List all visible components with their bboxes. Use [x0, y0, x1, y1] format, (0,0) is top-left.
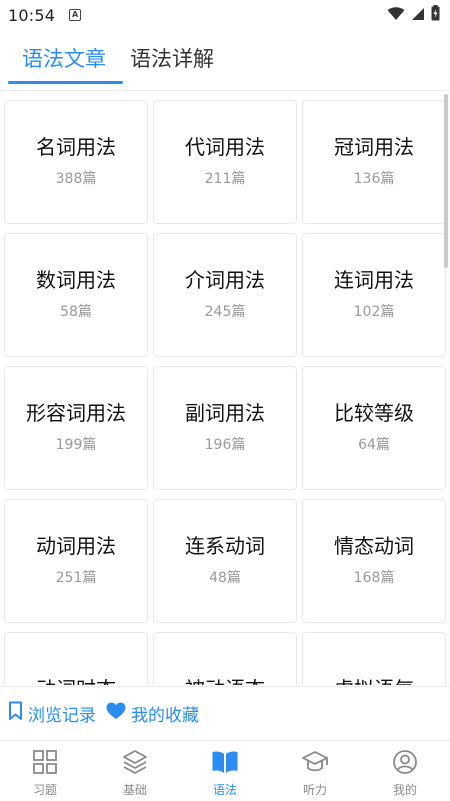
- tab-grammar-articles[interactable]: 语法文章: [22, 30, 106, 86]
- category-card[interactable]: 比较等级 64篇: [302, 366, 446, 490]
- category-title: 连词用法: [334, 267, 414, 292]
- category-card[interactable]: 虚拟语气: [302, 632, 446, 685]
- category-title: 比较等级: [334, 400, 414, 425]
- category-count: 48篇: [209, 569, 241, 586]
- category-title: 介词用法: [185, 267, 265, 292]
- history-bar: 浏览记录 我的收藏: [0, 686, 450, 740]
- nav-item-grammar[interactable]: 语法: [180, 741, 270, 801]
- tab-grammar-details[interactable]: 语法详解: [130, 30, 214, 86]
- category-card[interactable]: 副词用法 196篇: [153, 366, 297, 490]
- wifi-icon: [387, 6, 405, 25]
- category-card[interactable]: 介词用法 245篇: [153, 233, 297, 357]
- browse-history-button[interactable]: 浏览记录: [8, 701, 96, 726]
- graduation-cap-icon: [301, 749, 329, 775]
- category-title: 副词用法: [185, 400, 265, 425]
- scrollbar[interactable]: [444, 94, 448, 268]
- category-title: 情态动词: [334, 533, 414, 558]
- nav-label: 我的: [392, 783, 417, 797]
- category-card[interactable]: 连词用法 102篇: [302, 233, 446, 357]
- layers-icon: [122, 749, 148, 775]
- notification-icon: A: [69, 9, 82, 21]
- category-card[interactable]: 代词用法 211篇: [153, 100, 297, 224]
- grid-icon: [32, 749, 58, 775]
- category-title: 名词用法: [36, 134, 116, 159]
- category-card[interactable]: 动词用法 251篇: [4, 499, 148, 623]
- category-count: 251篇: [55, 569, 97, 586]
- status-icons: [387, 5, 440, 25]
- category-title: 数词用法: [36, 267, 116, 292]
- category-count: 168篇: [353, 569, 395, 586]
- active-tab-indicator: [8, 81, 123, 84]
- category-card[interactable]: 连系动词 48篇: [153, 499, 297, 623]
- status-bar: 10:54 A: [0, 0, 450, 30]
- nav-item-listening[interactable]: 听力: [270, 741, 360, 801]
- category-card[interactable]: 动词时态: [4, 632, 148, 685]
- signal-icon: [411, 6, 425, 25]
- category-title: 动词用法: [36, 533, 116, 558]
- category-count: 196篇: [204, 436, 246, 453]
- category-card[interactable]: 被动语态: [153, 632, 297, 685]
- category-grid-area[interactable]: 名词用法 388篇 代词用法 211篇 冠词用法 136篇 数词用法 58篇 介词用法 2…: [0, 91, 450, 685]
- nav-item-exercises[interactable]: 习题: [0, 741, 90, 801]
- category-count: 211篇: [204, 170, 246, 187]
- category-title: 连系动词: [185, 533, 265, 558]
- nav-label: 习题: [32, 783, 57, 797]
- category-card[interactable]: 数词用法 58篇: [4, 233, 148, 357]
- category-count: 64篇: [358, 436, 390, 453]
- category-count: 58篇: [60, 303, 92, 320]
- category-title: 冠词用法: [334, 134, 414, 159]
- my-favorites-label: 我的收藏: [131, 706, 199, 726]
- nav-label: 基础: [122, 783, 147, 797]
- status-time: 10:54: [8, 5, 56, 25]
- book-icon: [211, 749, 239, 775]
- my-favorites-button[interactable]: 我的收藏: [106, 701, 199, 726]
- battery-icon: [431, 5, 440, 25]
- category-card[interactable]: 形容词用法 199篇: [4, 366, 148, 490]
- category-count: 102篇: [353, 303, 395, 320]
- user-icon: [392, 749, 418, 775]
- category-count: 199篇: [55, 436, 97, 453]
- category-title: 形容词用法: [26, 400, 126, 425]
- category-title: 虚拟语气: [334, 673, 414, 686]
- browse-history-label: 浏览记录: [28, 706, 96, 726]
- category-grid: 名词用法 388篇 代词用法 211篇 冠词用法 136篇 数词用法 58篇 介词用法 2…: [4, 100, 446, 685]
- nav-label: 语法: [212, 783, 237, 797]
- bottom-nav: 习题 基础 语法 听力 我的: [0, 740, 450, 801]
- category-count: 388篇: [55, 170, 97, 187]
- category-card[interactable]: 冠词用法 136篇: [302, 100, 446, 224]
- top-tabs: 语法文章 语法详解: [0, 30, 450, 86]
- category-card[interactable]: 名词用法 388篇: [4, 100, 148, 224]
- heart-icon: [106, 702, 131, 725]
- category-count: 136篇: [353, 170, 395, 187]
- nav-label: 听力: [302, 783, 327, 797]
- nav-item-basics[interactable]: 基础: [90, 741, 180, 801]
- category-count: 245篇: [204, 303, 246, 320]
- nav-item-profile[interactable]: 我的: [360, 741, 450, 801]
- category-title: 被动语态: [185, 673, 265, 686]
- category-title: 动词时态: [36, 673, 116, 686]
- bookmark-icon: [8, 701, 28, 726]
- category-card[interactable]: 情态动词 168篇: [302, 499, 446, 623]
- category-title: 代词用法: [185, 134, 265, 159]
